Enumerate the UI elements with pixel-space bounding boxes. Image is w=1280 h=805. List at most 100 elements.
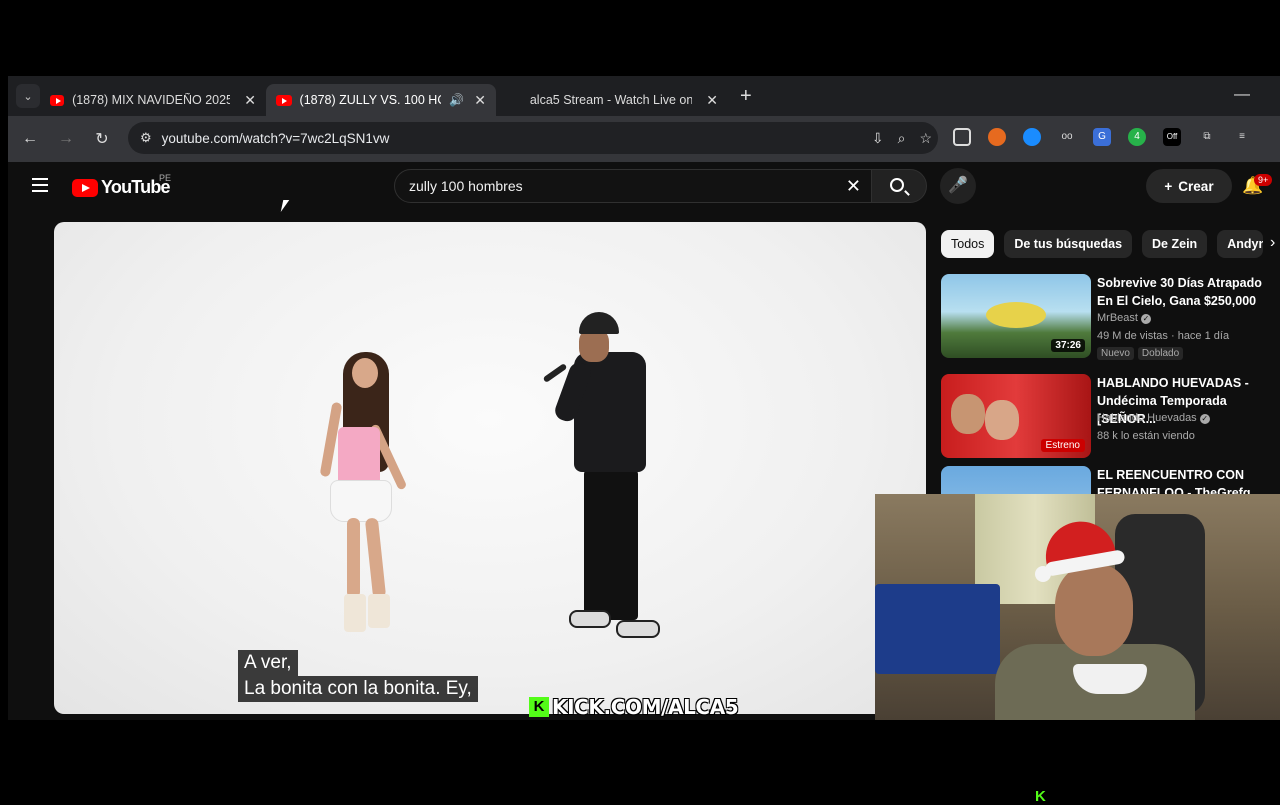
verified-check-icon: ✓ xyxy=(1140,314,1151,324)
address-bar[interactable]: ⚙ youtube.com/watch?v=7wc2LqSN1vw ⇩ ⌕ ☆ xyxy=(128,122,938,154)
tab-search-button[interactable]: ⌄ xyxy=(16,84,40,108)
kick-favicon-icon: K xyxy=(1035,787,1046,805)
chip-andyn[interactable]: Andyn xyxy=(1217,230,1264,258)
firefox-extension-icon[interactable] xyxy=(988,128,1006,146)
girl-leg xyxy=(364,517,387,599)
tab-kick-stream[interactable]: K alca5 Stream - Watch Live on K ✕ xyxy=(496,84,1046,804)
thumbnail-art xyxy=(985,400,1019,440)
speaker-icon[interactable]: 🔊 xyxy=(449,93,464,107)
bookmark-star-icon[interactable]: ☆ xyxy=(919,130,932,147)
channel-name[interactable]: MrBeast ✓ xyxy=(1097,312,1151,324)
video-meta: 88 k lo están viendo xyxy=(1097,430,1195,442)
youtube-logo[interactable]: YouTube PE xyxy=(72,173,171,198)
forward-arrow-icon[interactable]: → xyxy=(48,130,84,148)
country-code: PE xyxy=(159,173,172,183)
browser-toolbar: ← → ↻ ⚙ youtube.com/watch?v=7wc2LqSN1vw … xyxy=(8,116,1280,162)
video-title[interactable]: Sobrevive 30 Días Atrapado En El Cielo, … xyxy=(1097,274,1280,310)
install-app-icon[interactable]: ⇩ xyxy=(872,130,884,147)
glasses-extension-icon[interactable]: oo xyxy=(1058,128,1076,146)
girl-face xyxy=(352,358,378,388)
recommendation-item[interactable]: 37:26 Sobrevive 30 Días Atrapado En El C… xyxy=(941,274,1280,360)
kick-overlay-watermark: K KICK.COM/ALCA5 xyxy=(529,695,739,719)
close-tab-icon[interactable]: ✕ xyxy=(706,92,718,109)
search-query[interactable]: zully 100 hombres xyxy=(409,178,523,194)
streamer-webcam-overlay xyxy=(875,494,1280,720)
man-shoe xyxy=(569,610,611,628)
subtitle-line: A ver, xyxy=(238,650,298,676)
extensions-bar: oo G 4 Off ⧉ ≡ xyxy=(953,128,1251,146)
thumbnail-art xyxy=(951,394,985,434)
youtube-header: YouTube PE zully 100 hombres ✕ 🎤 + Crear … xyxy=(8,162,1280,212)
youtube-favicon-icon xyxy=(276,94,292,106)
premiere-badge: Estreno xyxy=(1040,439,1085,452)
plus-icon: + xyxy=(1164,178,1173,194)
reload-icon[interactable]: ↻ xyxy=(84,129,120,149)
pip-extension-icon[interactable] xyxy=(953,128,971,146)
chip-de-zein[interactable]: De Zein xyxy=(1142,230,1208,258)
mouse-cursor-icon xyxy=(280,200,290,212)
kick-url-text: KICK.COM/ALCA5 xyxy=(552,695,739,719)
subtitle-line: La bonita con la bonita. Ey, xyxy=(238,676,478,702)
girl-skirt xyxy=(330,480,392,522)
tab-mix-navideno[interactable]: (1878) MIX NAVIDEÑO 2025 🎄 ✕ xyxy=(40,84,266,116)
chip-de-tus-busquedas[interactable]: De tus búsquedas xyxy=(1004,230,1133,258)
recommendation-item[interactable]: Estreno HABLANDO HUEVADAS - Undécima Tem… xyxy=(941,374,1280,460)
video-meta: 49 M de vistas · hace 1 día xyxy=(1097,330,1230,342)
video-tags: Nuevo Doblado xyxy=(1097,347,1184,360)
webcam-bed xyxy=(875,584,1000,674)
handheld-microphone xyxy=(542,363,568,383)
close-tab-icon[interactable]: ✕ xyxy=(244,92,256,109)
tab-zully[interactable]: (1878) ZULLY VS. 100 HOM 🔊 ✕ xyxy=(266,84,496,116)
tab-title: (1878) MIX NAVIDEÑO 2025 🎄 xyxy=(72,92,231,107)
channel-label: Hablando Huevadas xyxy=(1097,412,1197,424)
chevron-right-icon[interactable]: › xyxy=(1270,234,1275,252)
youtube-favicon-icon xyxy=(50,94,65,106)
webcam-bowl xyxy=(1073,664,1147,694)
create-label: Crear xyxy=(1178,178,1214,194)
video-thumbnail[interactable]: 37:26 xyxy=(941,274,1091,358)
subtitles: A ver, La bonita con la bonita. Ey, xyxy=(238,650,478,702)
video-player[interactable]: A ver, La bonita con la bonita. Ey, xyxy=(54,222,926,714)
video-thumbnail[interactable]: Estreno xyxy=(941,374,1091,458)
new-tab-icon[interactable]: + xyxy=(740,85,752,108)
tab-strip: ⌄ (1878) MIX NAVIDEÑO 2025 🎄 ✕ (1878) ZU… xyxy=(8,76,1280,804)
voice-search-button[interactable]: 🎤 xyxy=(940,168,976,204)
verified-check-icon: ✓ xyxy=(1199,414,1210,424)
video-duration: 37:26 xyxy=(1051,339,1085,352)
search-icon xyxy=(890,178,904,192)
channel-name[interactable]: Hablando Huevadas ✓ xyxy=(1097,412,1210,424)
tag-new: Nuevo xyxy=(1097,347,1134,360)
url-text[interactable]: youtube.com/watch?v=7wc2LqSN1vw xyxy=(162,131,390,146)
youtube-play-icon xyxy=(72,178,98,197)
webcam-face xyxy=(1055,564,1133,656)
back-arrow-icon[interactable]: ← xyxy=(12,130,48,148)
translate-extension-icon[interactable]: G xyxy=(1093,128,1111,146)
girl-boot xyxy=(368,594,390,628)
close-tab-icon[interactable]: ✕ xyxy=(474,92,486,109)
girl-top xyxy=(338,427,380,487)
tab-title: (1878) ZULLY VS. 100 HOM xyxy=(299,93,442,107)
reading-list-icon[interactable]: ≡ xyxy=(1233,128,1251,146)
site-info-icon[interactable]: ⚙ xyxy=(140,130,152,146)
minimize-window-icon[interactable]: — xyxy=(1234,86,1250,104)
girl-boot xyxy=(344,594,366,632)
off-extension-icon[interactable]: Off xyxy=(1163,128,1181,146)
chip-todos[interactable]: Todos xyxy=(941,230,995,258)
channel-label: MrBeast xyxy=(1097,312,1138,324)
shazam-extension-icon[interactable] xyxy=(1023,128,1041,146)
tab-title: alca5 Stream - Watch Live on K xyxy=(529,93,693,107)
clear-search-icon[interactable]: ✕ xyxy=(846,176,861,197)
search-button[interactable] xyxy=(871,169,927,203)
letterbox-top xyxy=(0,0,1280,76)
create-button[interactable]: + Crear xyxy=(1146,169,1232,203)
search-input[interactable]: zully 100 hombres ✕ xyxy=(394,169,872,203)
filter-chips: Todos De tus búsquedas De Zein Andyn xyxy=(941,230,1264,258)
tag-dubbed: Doblado xyxy=(1137,347,1184,360)
menu-hamburger-icon[interactable] xyxy=(32,178,48,192)
microphone-icon: 🎤 xyxy=(948,177,968,194)
zoom-icon[interactable]: ⌕ xyxy=(898,130,906,147)
extensions-puzzle-icon[interactable]: ⧉ xyxy=(1198,128,1216,146)
thumbnail-art xyxy=(986,302,1046,328)
chat-extension-icon[interactable]: 4 xyxy=(1128,128,1146,146)
kick-logo-icon: K xyxy=(529,697,549,717)
